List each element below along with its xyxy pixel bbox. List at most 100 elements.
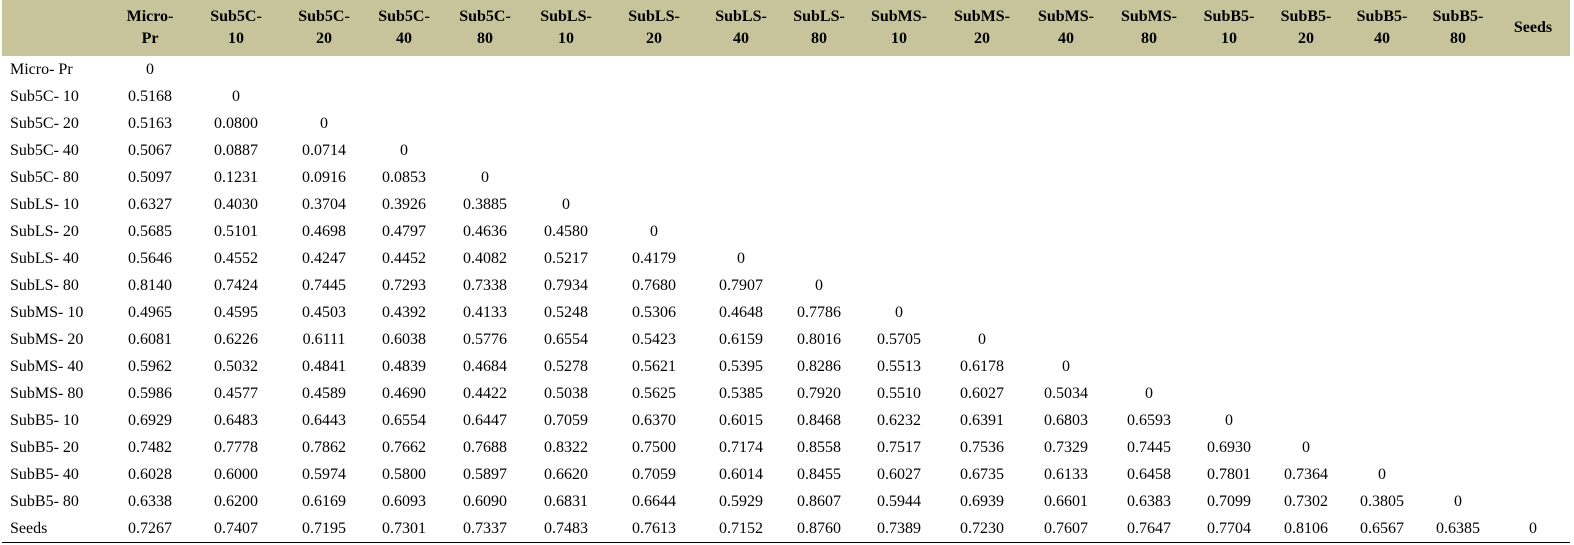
matrix-cell	[1190, 326, 1268, 353]
matrix-cell: 0	[1378, 465, 1386, 483]
matrix-cell	[1108, 191, 1190, 218]
matrix-cell: 0.6200	[214, 492, 258, 510]
matrix-cell	[1108, 272, 1190, 299]
matrix-cell	[1108, 326, 1190, 353]
matrix-cell	[1344, 137, 1420, 164]
matrix-cell	[1190, 83, 1268, 110]
column-header: Sub5C- 40	[378, 8, 430, 47]
row-label: SubMS- 20	[10, 330, 84, 348]
matrix-cell: 0	[481, 168, 489, 186]
matrix-cell	[1420, 272, 1496, 299]
matrix-cell: 0	[978, 330, 986, 348]
matrix-cell: 0.7482	[128, 438, 172, 456]
matrix-cell: 0.7647	[1108, 515, 1190, 543]
matrix-cell	[1108, 164, 1190, 191]
matrix-cell	[780, 56, 858, 83]
matrix-cell	[858, 218, 940, 245]
matrix-cell: 0.5510	[877, 384, 921, 402]
matrix-cell: 0.8016	[797, 330, 841, 348]
matrix-cell: 0.6133	[1044, 465, 1088, 483]
table-row: Sub5C- 20 0.5163 0.0800 0	[2, 110, 1570, 137]
column-header: SubLS- 10	[540, 8, 592, 47]
matrix-cell: 0.7786	[797, 303, 841, 321]
matrix-cell	[1420, 218, 1496, 245]
row-label: SubB5- 40	[10, 465, 79, 483]
matrix-cell: 0.5944	[877, 492, 921, 510]
matrix-cell: 0.6554	[382, 411, 426, 429]
matrix-cell: 0.7424	[214, 276, 258, 294]
row-label: SubB5- 80	[10, 492, 79, 510]
matrix-cell	[1108, 56, 1190, 83]
matrix-cell: 0.8760	[780, 515, 858, 543]
matrix-cell: 0	[1145, 384, 1153, 402]
matrix-cell: 0.7389	[858, 515, 940, 543]
matrix-cell	[1496, 245, 1570, 272]
matrix-cell	[1268, 218, 1344, 245]
matrix-cell	[780, 191, 858, 218]
matrix-cell: 0.6567	[1344, 515, 1420, 543]
row-label: SubLS- 20	[10, 222, 79, 240]
matrix-cell: 0.4133	[463, 303, 507, 321]
matrix-cell	[858, 110, 940, 137]
matrix-cell	[1344, 380, 1420, 407]
matrix-cell	[858, 272, 940, 299]
matrix-cell	[1344, 110, 1420, 137]
matrix-cell: 0.7329	[1044, 438, 1088, 456]
row-label: SubMS- 80	[10, 384, 84, 402]
row-label: Seeds	[2, 515, 112, 543]
matrix-cell	[606, 164, 702, 191]
matrix-cell: 0.6370	[632, 411, 676, 429]
row-label: Sub5C- 80	[10, 168, 79, 186]
matrix-cell	[1268, 353, 1344, 380]
matrix-cell: 0.0853	[382, 168, 426, 186]
matrix-cell	[940, 56, 1024, 83]
matrix-cell	[1268, 56, 1344, 83]
matrix-cell	[606, 56, 702, 83]
matrix-cell	[1420, 137, 1496, 164]
matrix-cell	[1420, 326, 1496, 353]
matrix-cell	[1024, 164, 1108, 191]
matrix-cell	[780, 137, 858, 164]
matrix-cell: 0.6929	[128, 411, 172, 429]
matrix-cell: 0	[400, 141, 408, 159]
matrix-cell	[702, 110, 780, 137]
matrix-cell: 0.4580	[544, 222, 588, 240]
matrix-cell	[1344, 164, 1420, 191]
matrix-cell: 0.6327	[128, 195, 172, 213]
matrix-cell: 0.6458	[1127, 465, 1171, 483]
matrix-cell	[1190, 191, 1268, 218]
matrix-cell	[940, 245, 1024, 272]
matrix-cell	[1496, 218, 1570, 245]
matrix-cell	[1108, 299, 1190, 326]
matrix-cell	[1420, 56, 1496, 83]
matrix-cell	[364, 83, 444, 110]
matrix-cell: 0.6483	[214, 411, 258, 429]
matrix-cell	[1024, 83, 1108, 110]
matrix-cell	[1108, 218, 1190, 245]
matrix-cell	[1344, 272, 1420, 299]
matrix-cell	[1496, 326, 1570, 353]
matrix-cell: 0.4839	[382, 357, 426, 375]
matrix-cell	[364, 110, 444, 137]
matrix-cell	[1496, 434, 1570, 461]
column-header: SubLS- 40	[715, 8, 767, 47]
table-row: SubMS- 40 0.5962 0.5032 0.4841 0.4839 0.4684 0…	[2, 353, 1570, 380]
matrix-cell: 0.7059	[632, 465, 676, 483]
matrix-cell: 0	[320, 114, 328, 132]
matrix-cell	[1024, 272, 1108, 299]
row-label: Micro- Pr	[10, 60, 73, 78]
column-header: SubMS- 80	[1120, 8, 1178, 47]
matrix-cell	[1496, 299, 1570, 326]
matrix-cell	[444, 137, 526, 164]
matrix-cell: 0.5168	[128, 87, 172, 105]
matrix-cell	[1268, 110, 1344, 137]
matrix-cell	[1268, 407, 1344, 434]
column-header: SubB5- 20	[1280, 8, 1332, 47]
matrix-cell: 0.8468	[797, 411, 841, 429]
matrix-cell: 0.7688	[463, 438, 507, 456]
matrix-cell: 0.4698	[302, 222, 346, 240]
matrix-cell	[1344, 245, 1420, 272]
matrix-cell: 0.5306	[632, 303, 676, 321]
matrix-cell	[1190, 218, 1268, 245]
matrix-cell: 0.6081	[128, 330, 172, 348]
